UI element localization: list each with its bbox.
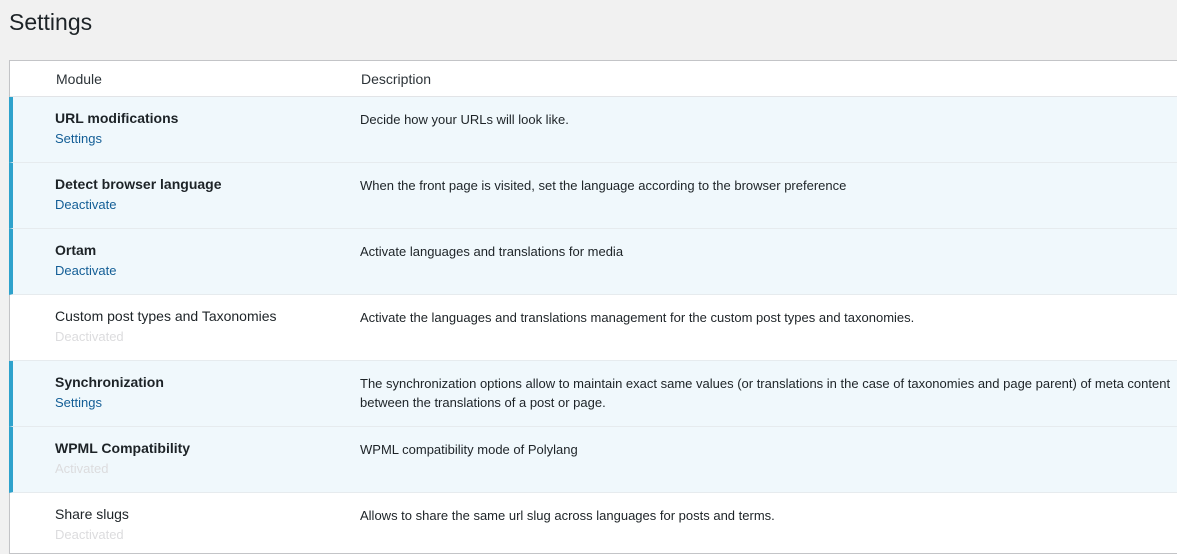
module-cell: Ortam Deactivate [55, 241, 345, 280]
column-header-description: Description [361, 71, 432, 87]
table-row: Share slugs Deactivated Allows to share … [10, 493, 1177, 553]
module-status: Deactivated [55, 527, 124, 542]
column-header-module: Module [56, 71, 102, 87]
table-row: Detect browser language Deactivate When … [9, 163, 1177, 229]
module-name: Detect browser language [55, 176, 222, 192]
table-row: Custom post types and Taxonomies Deactiv… [10, 295, 1177, 361]
module-name: URL modifications [55, 110, 179, 126]
table-row: URL modifications Settings Decide how yo… [9, 97, 1177, 163]
table-row: Ortam Deactivate Activate languages and … [9, 229, 1177, 295]
module-cell: Synchronization Settings [55, 373, 345, 412]
module-description: Activate the languages and translations … [360, 310, 915, 325]
module-description: The synchronization options allow to mai… [360, 376, 1171, 410]
modules-table: Module Description URL modifications Set… [9, 60, 1177, 554]
module-name: Ortam [55, 242, 97, 258]
module-description: WPML compatibility mode of Polylang [360, 442, 578, 457]
settings-link[interactable]: Settings [55, 131, 102, 147]
deactivate-link[interactable]: Deactivate [55, 197, 116, 213]
table-row: Synchronization Settings The synchroniza… [9, 361, 1177, 427]
deactivate-link[interactable]: Deactivate [55, 263, 116, 279]
module-cell: Detect browser language Deactivate [55, 175, 345, 214]
module-description: Allows to share the same url slug across… [360, 508, 775, 523]
module-cell: WPML Compatibility Activated [55, 439, 345, 477]
module-name: WPML Compatibility [55, 440, 191, 456]
module-name: Share slugs [55, 506, 129, 522]
table-row: WPML Compatibility Activated WPML compat… [9, 427, 1177, 493]
module-description: Decide how your URLs will look like. [360, 112, 569, 127]
module-status: Deactivated [55, 329, 124, 344]
table-header: Module Description [10, 61, 1177, 97]
module-description: Activate languages and translations for … [360, 244, 624, 259]
settings-link[interactable]: Settings [55, 395, 102, 411]
module-cell: Custom post types and Taxonomies Deactiv… [55, 307, 345, 345]
module-cell: Share slugs Deactivated [55, 505, 345, 543]
page-title: Settings [9, 9, 93, 35]
module-cell: URL modifications Settings [55, 109, 345, 148]
module-name: Custom post types and Taxonomies [55, 308, 277, 324]
module-status: Activated [55, 461, 109, 476]
module-name: Synchronization [55, 374, 164, 390]
module-description: When the front page is visited, set the … [360, 178, 847, 193]
